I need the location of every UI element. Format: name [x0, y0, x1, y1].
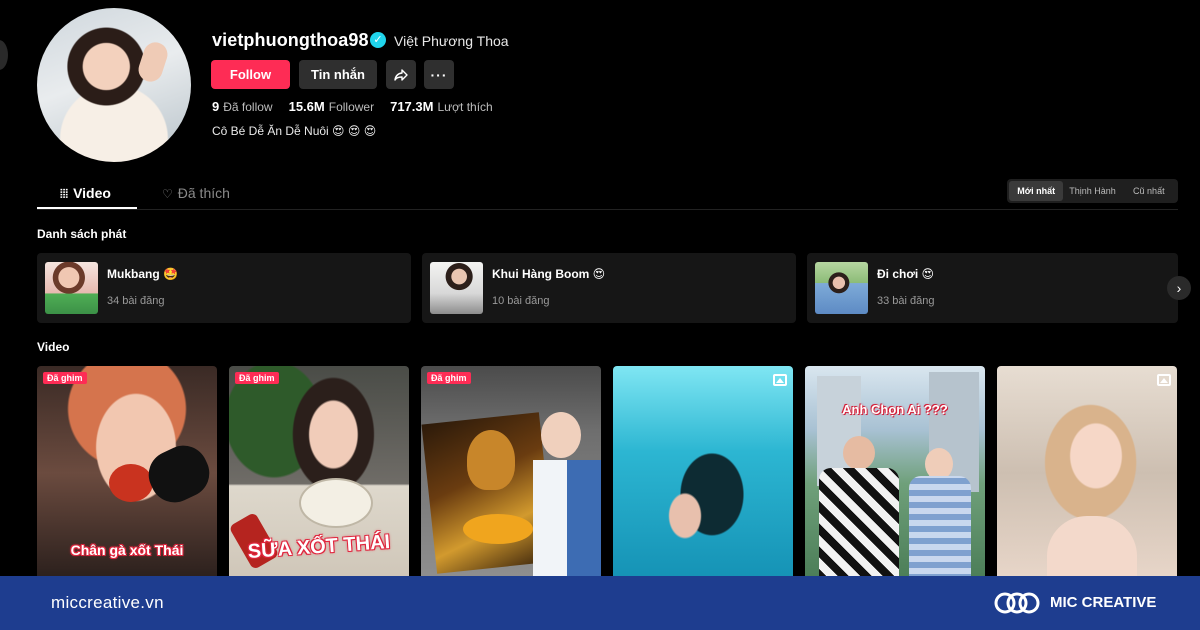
sort-newest[interactable]: Mới nhất: [1009, 181, 1064, 201]
playlist-thumbnail: [815, 262, 868, 314]
video-face: [541, 412, 581, 458]
stat-label: Đã follow: [223, 100, 273, 114]
video-face: [843, 436, 875, 470]
pinned-badge: Đã ghim: [427, 372, 471, 384]
tab-label: Đã thích: [177, 185, 230, 201]
avatar[interactable]: [37, 8, 191, 162]
stat-value: 9: [212, 99, 220, 114]
playlists-heading: Danh sách phát: [37, 227, 127, 241]
verified-badge-icon: ✓: [370, 32, 386, 48]
video-statue: [467, 430, 515, 490]
video-card[interactable]: Đã ghim Chân gà xốt Thái: [37, 366, 217, 576]
nickname: Việt Phương Thoa: [394, 33, 509, 49]
stat-followers[interactable]: 15.6M Follower: [289, 99, 375, 114]
playlist-title: Mukbang 🤩: [107, 267, 178, 281]
video-card[interactable]: Anh Chọn Ai ???: [805, 366, 985, 576]
sort-trending[interactable]: Thịnh Hành: [1065, 181, 1119, 201]
stat-label: Follower: [328, 100, 375, 114]
bio: Cô Bé Dễ Ăn Dễ Nuôi 😍 😍 😍: [212, 124, 377, 138]
share-icon: [394, 68, 408, 81]
pinned-badge: Đã ghim: [235, 372, 279, 384]
stat-value: 717.3M: [390, 99, 434, 114]
video-shirt: [533, 460, 601, 576]
pinned-badge: Đã ghim: [43, 372, 87, 384]
video-card[interactable]: [997, 366, 1177, 576]
mic-creative-logo-icon: [994, 592, 1040, 614]
video-food: [109, 464, 153, 502]
footer-url[interactable]: miccreative.vn: [51, 593, 164, 613]
playlist-count: 33 bài đăng: [877, 295, 935, 307]
footer-banner: miccreative.vn MIC CREATIVE: [0, 576, 1200, 630]
playlist-count: 10 bài đăng: [492, 295, 550, 307]
more-options-button[interactable]: ···: [424, 60, 454, 89]
message-button[interactable]: Tin nhắn: [299, 60, 377, 89]
video-caption: Anh Chọn Ai ???: [842, 402, 948, 417]
username: vietphuongthoa98: [212, 30, 369, 50]
video-card[interactable]: Đã ghim: [421, 366, 601, 576]
videos-heading: Video: [37, 340, 70, 354]
profile-page: vietphuongthoa98 ✓ Việt Phương Thoa Foll…: [0, 0, 1200, 576]
video-shirt: [819, 468, 899, 576]
grid-icon: ⦙⦙⦙: [60, 187, 69, 201]
playlist-card[interactable]: Khui Hàng Boom 😍 10 bài đăng: [422, 253, 796, 323]
photo-carousel-icon: [1157, 374, 1171, 386]
photo-carousel-icon: [773, 374, 787, 386]
share-button[interactable]: [386, 60, 416, 89]
stat-label: Lượt thích: [437, 100, 493, 114]
video-card[interactable]: Đã ghim SỮA XỐT THÁI: [229, 366, 409, 576]
profile-stats: 9 Đã follow 15.6M Follower 717.3M Lượt thíc…: [212, 99, 493, 114]
video-card[interactable]: [613, 366, 793, 576]
stat-value: 15.6M: [288, 99, 325, 114]
video-bowl: [299, 478, 373, 528]
chevron-right-icon: ›: [1176, 280, 1182, 296]
collapsed-sidebar-handle[interactable]: [0, 40, 8, 70]
video-caption: Chân gà xốt Thái: [70, 542, 184, 558]
tab-divider: [37, 209, 1178, 210]
playlist-title: Khui Hàng Boom 😍: [492, 267, 606, 281]
tab-label: Video: [73, 185, 111, 201]
tab-video[interactable]: ⦙⦙⦙ Video: [60, 185, 111, 202]
sort-toggle: Mới nhất Thịnh Hành Cũ nhất: [1007, 179, 1178, 203]
playlist-card[interactable]: Đi chơi 😍 33 bài đăng: [807, 253, 1178, 323]
playlist-next-button[interactable]: ›: [1167, 276, 1191, 300]
more-icon: ···: [430, 66, 448, 83]
video-dress: [909, 476, 971, 576]
heart-icon: ♡: [162, 187, 173, 201]
video-glove: [140, 437, 217, 511]
sort-oldest[interactable]: Cũ nhất: [1122, 181, 1176, 201]
playlist-thumbnail: [45, 262, 98, 314]
follow-button[interactable]: Follow: [211, 60, 290, 89]
video-shoulders: [1047, 516, 1137, 576]
playlist-count: 34 bài đăng: [107, 295, 165, 307]
video-lotus: [463, 514, 533, 544]
stat-likes: 717.3M Lượt thích: [390, 99, 493, 114]
playlist-title: Đi chơi 😍: [877, 267, 935, 281]
stat-following[interactable]: 9 Đã follow: [212, 99, 273, 114]
playlist-card[interactable]: Mukbang 🤩 34 bài đăng: [37, 253, 411, 323]
playlist-thumbnail: [430, 262, 483, 314]
tab-liked[interactable]: ♡ Đã thích: [162, 185, 230, 201]
footer-brand: MIC CREATIVE: [1050, 594, 1157, 611]
